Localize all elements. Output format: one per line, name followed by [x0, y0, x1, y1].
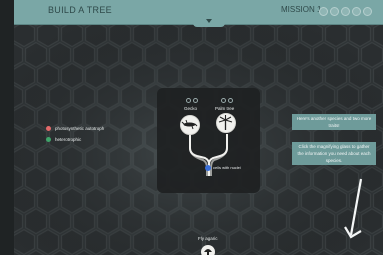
- collapse-toggle[interactable]: [193, 17, 225, 27]
- legend-label: photosynthetic autotroph: [55, 126, 105, 131]
- hint-text-1: Here's another species and two more trai…: [292, 114, 376, 130]
- mushroom-icon: [204, 249, 212, 255]
- left-edge-strip: [0, 0, 14, 255]
- legend-item[interactable]: heterotrophic: [46, 137, 104, 142]
- legend-dot-green: [46, 137, 51, 142]
- trait-label: cells with nuclei: [213, 165, 241, 170]
- palm-tree-icon: [218, 115, 233, 130]
- mission-progress-dot: [319, 7, 328, 16]
- chevron-down-icon: [206, 19, 212, 23]
- palm-tree-organism[interactable]: [216, 113, 236, 133]
- legend-item[interactable]: photosynthetic autotroph: [46, 126, 104, 131]
- trait-node[interactable]: [205, 165, 211, 171]
- mission-progress-dot: [352, 7, 361, 16]
- game-stage: BUILD A TREE MISSION 1 photosynthetic au…: [0, 0, 383, 255]
- fly-agaric-organism[interactable]: [201, 245, 215, 255]
- hint-box-2: Click the magnifying glass to gather the…: [292, 142, 376, 167]
- gecko-organism[interactable]: [180, 115, 200, 135]
- mission-progress-dot: [363, 7, 372, 16]
- mission-label: MISSION 1: [281, 5, 322, 14]
- mission-progress-dot: [330, 7, 339, 16]
- hint-box-1: Here's another species and two more trai…: [292, 114, 376, 132]
- gecko-icon: [181, 119, 198, 130]
- tree-branches: [189, 134, 228, 176]
- legend-label: heterotrophic: [55, 137, 82, 142]
- mission-progress-dot: [341, 7, 350, 16]
- hint-text-2: Click the magnifying glass to gather the…: [292, 142, 376, 165]
- mission-progress: [319, 7, 372, 16]
- incoming-species-label: Fly agaric: [198, 236, 218, 241]
- arrow-icon: [344, 178, 363, 239]
- legend-dot-red: [46, 126, 51, 131]
- trait-legend: photosynthetic autotroph heterotrophic: [46, 126, 104, 148]
- game-title: BUILD A TREE: [48, 5, 112, 15]
